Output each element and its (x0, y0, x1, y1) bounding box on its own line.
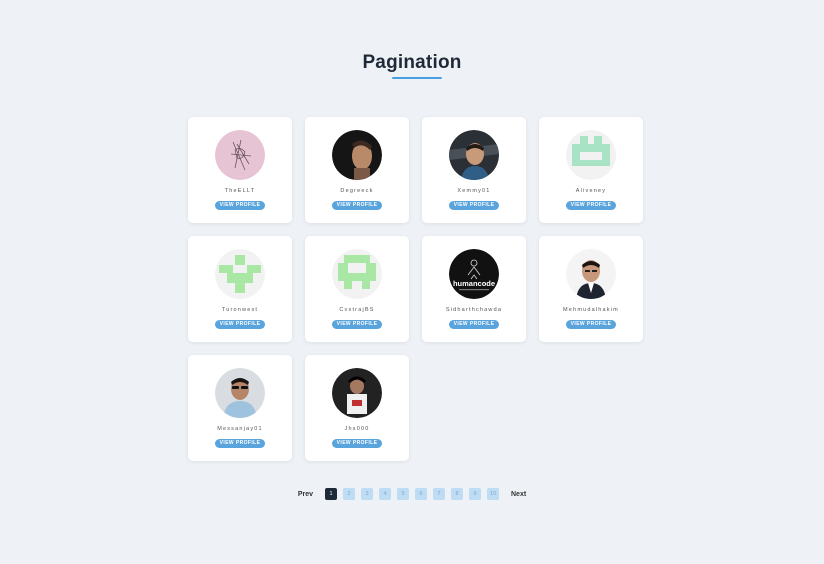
username: Mehmudalhakim (563, 307, 619, 313)
page-button-5[interactable]: 5 (397, 488, 409, 500)
page-button-8[interactable]: 8 (451, 488, 463, 500)
view-profile-button[interactable]: VIEW PROFILE (565, 320, 617, 329)
page-title: Pagination (362, 52, 462, 73)
page-button-6[interactable]: 6 (415, 488, 427, 500)
avatar: humancode (449, 249, 499, 299)
page-button-4[interactable]: 4 (379, 488, 391, 500)
profile-card: Mehmudalhakim VIEW PROFILE (539, 236, 643, 342)
view-profile-button[interactable]: VIEW PROFILE (214, 320, 266, 329)
avatar (449, 130, 499, 180)
profile-grid: TheELLT VIEW PROFILE Degreeck VIEW PROFI… (188, 117, 643, 461)
view-profile-button[interactable]: VIEW PROFILE (331, 201, 383, 210)
username: Jhs000 (344, 426, 370, 432)
page-button-1[interactable]: 1 (325, 488, 337, 500)
avatar (566, 130, 616, 180)
avatar (332, 249, 382, 299)
profile-card: Aliveney VIEW PROFILE (539, 117, 643, 223)
page-button-2[interactable]: 2 (343, 488, 355, 500)
avatar (215, 368, 265, 418)
avatar (566, 249, 616, 299)
username: TheELLT (224, 188, 256, 194)
avatar (332, 368, 382, 418)
profile-card: CvstrajBS VIEW PROFILE (305, 236, 409, 342)
page-button-10[interactable]: 10 (487, 488, 499, 500)
username: Sidharthchawda (445, 307, 503, 313)
profile-card: Jhs000 VIEW PROFILE (305, 355, 409, 461)
avatar (215, 249, 265, 299)
page-button-3[interactable]: 3 (361, 488, 373, 500)
avatar (215, 130, 265, 180)
profile-card: Xemmy01 VIEW PROFILE (422, 117, 526, 223)
view-profile-button[interactable]: VIEW PROFILE (214, 439, 266, 448)
page-button-9[interactable]: 9 (469, 488, 481, 500)
username: Messanjay01 (217, 426, 263, 432)
title-underline (392, 77, 442, 79)
username: Aliveney (575, 188, 607, 194)
next-button[interactable]: Next (505, 491, 532, 498)
view-profile-button[interactable]: VIEW PROFILE (331, 320, 383, 329)
profile-card: humancode Sidharthchawda VIEW PROFILE (422, 236, 526, 342)
profile-card: TheELLT VIEW PROFILE (188, 117, 292, 223)
username: Xemmy01 (457, 188, 491, 194)
view-profile-button[interactable]: VIEW PROFILE (214, 201, 266, 210)
view-profile-button[interactable]: VIEW PROFILE (565, 201, 617, 210)
profile-card: Degreeck VIEW PROFILE (305, 117, 409, 223)
avatar (332, 130, 382, 180)
view-profile-button[interactable]: VIEW PROFILE (448, 201, 500, 210)
username: Degreeck (340, 188, 374, 194)
prev-button[interactable]: Prev (292, 491, 319, 498)
profile-card: Messanjay01 VIEW PROFILE (188, 355, 292, 461)
humancode-logo-text: humancode (453, 279, 495, 288)
view-profile-button[interactable]: VIEW PROFILE (331, 439, 383, 448)
profile-card: Turonwest VIEW PROFILE (188, 236, 292, 342)
username: CvstrajBS (339, 307, 375, 313)
username: Turonwest (221, 307, 259, 313)
view-profile-button[interactable]: VIEW PROFILE (448, 320, 500, 329)
pagination: Prev 1 2 3 4 5 6 7 8 9 10 Next (0, 488, 824, 500)
page-button-7[interactable]: 7 (433, 488, 445, 500)
